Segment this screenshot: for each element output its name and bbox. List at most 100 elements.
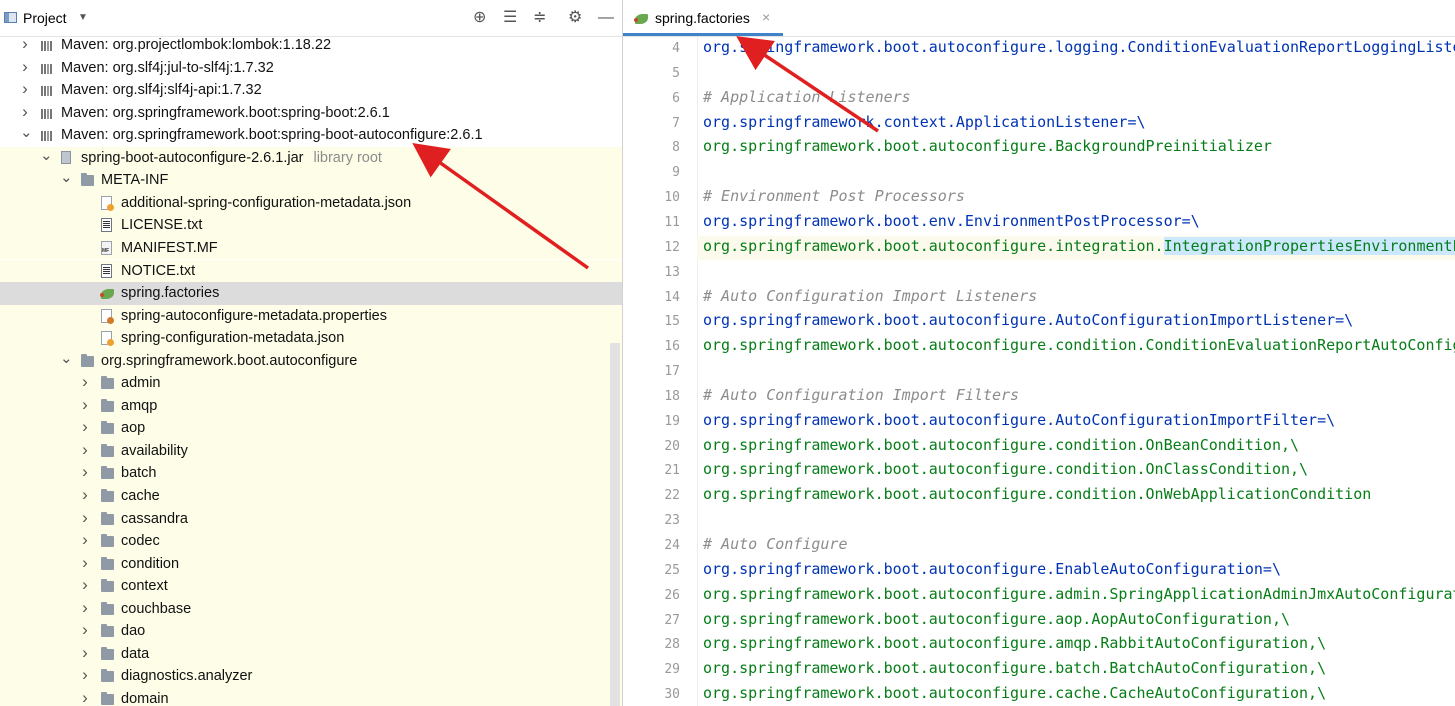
chevron-down-icon[interactable] [20, 128, 30, 140]
chevron-down-icon[interactable]: ▼ [78, 12, 88, 23]
tree-item[interactable]: admin [0, 372, 622, 395]
code-line[interactable]: # Auto Configure [703, 535, 848, 553]
code-line[interactable]: org.springframework.boot.autoconfigure.l… [703, 38, 1455, 56]
spring-leaf-icon [634, 14, 648, 24]
tree-item[interactable]: diagnostics.analyzer [0, 665, 622, 688]
tree-item[interactable]: cassandra [0, 507, 622, 531]
chevron-right-icon[interactable] [80, 489, 90, 503]
line-number: 4 [672, 41, 680, 56]
code-line[interactable]: # Auto Configuration Import Filters [703, 386, 1019, 404]
tree-item[interactable]: data [0, 642, 622, 666]
tree-item[interactable]: Maven: org.slf4j:jul-to-slf4j:1.7.32 [0, 57, 622, 80]
tree-scrollbar[interactable] [610, 343, 620, 706]
code-line[interactable]: org.springframework.boot.autoconfigure.A… [703, 411, 1335, 429]
code-line[interactable]: org.springframework.boot.autoconfigure.c… [703, 684, 1326, 702]
tree-item[interactable]: domain [0, 687, 622, 706]
tree-item[interactable]: LICENSE.txt [0, 214, 622, 237]
code-line[interactable]: org.springframework.boot.autoconfigure.c… [703, 436, 1299, 454]
gear-icon[interactable]: ⚙ [568, 8, 582, 28]
chevron-right-icon[interactable] [20, 83, 30, 97]
tree-item[interactable]: condition [0, 552, 622, 576]
minimize-icon[interactable]: — [598, 8, 614, 28]
tree-item[interactable]: MANIFEST.MF [0, 236, 622, 260]
tree-item[interactable]: spring.factories [0, 282, 622, 305]
tree-item[interactable]: codec [0, 530, 622, 553]
tree-item-label: org.springframework.boot.autoconfigure [101, 352, 358, 369]
chevron-right-icon[interactable] [80, 399, 90, 413]
folder-icon [101, 646, 114, 660]
tree-item[interactable]: spring-configuration-metadata.json [0, 327, 622, 350]
folder-icon [101, 398, 114, 412]
chevron-right-icon[interactable] [80, 579, 90, 593]
chevron-right-icon[interactable] [80, 466, 90, 480]
chevron-down-icon[interactable] [60, 354, 70, 366]
chevron-right-icon[interactable] [20, 106, 30, 120]
tree-item[interactable]: additional-spring-configuration-metadata… [0, 191, 622, 215]
tree-item[interactable]: context [0, 575, 622, 598]
code-line[interactable]: org.springframework.context.ApplicationL… [703, 113, 1146, 131]
code-line[interactable]: org.springframework.boot.autoconfigure.A… [703, 311, 1353, 329]
code-line[interactable]: org.springframework.boot.autoconfigure.E… [703, 560, 1281, 578]
chevron-down-icon[interactable] [40, 151, 50, 163]
code-line[interactable]: # Application Listeners [703, 88, 911, 106]
code-line[interactable]: org.springframework.boot.autoconfigure.b… [703, 659, 1326, 677]
tree-item[interactable]: spring-autoconfigure-metadata.properties [0, 304, 622, 328]
tree-item[interactable]: spring-boot-autoconfigure-2.6.1.jarlibra… [0, 146, 622, 170]
folder-icon [101, 443, 114, 457]
property-separator: =\ [1181, 211, 1200, 230]
code-line[interactable]: org.springframework.boot.autoconfigure.a… [703, 634, 1326, 652]
expand-all-icon[interactable]: ☰ [503, 8, 517, 28]
tree-item[interactable]: Maven: org.projectlombok:lombok:1.18.22 [0, 34, 622, 57]
line-number: 9 [672, 165, 680, 181]
tree-item-label: codec [121, 533, 160, 550]
chevron-right-icon[interactable] [80, 669, 90, 683]
tree-item[interactable]: availability [0, 439, 622, 463]
tree-item[interactable]: META-INF [0, 169, 622, 192]
code-line[interactable]: org.springframework.boot.autoconfigure.B… [703, 137, 1272, 155]
code-line[interactable]: org.springframework.boot.autoconfigure.i… [703, 236, 1455, 255]
tree-item[interactable]: NOTICE.txt [0, 259, 622, 282]
code-line[interactable]: # Auto Configuration Import Listeners [703, 287, 1037, 305]
line-number: 6 [672, 90, 680, 106]
tree-item[interactable]: Maven: org.slf4j:slf4j-api:1.7.32 [0, 79, 622, 102]
chevron-right-icon[interactable] [80, 421, 90, 435]
tree-item[interactable]: aop [0, 417, 622, 440]
line-number: 5 [672, 65, 680, 81]
tree-item[interactable]: dao [0, 620, 622, 643]
chevron-right-icon[interactable] [80, 534, 90, 548]
chevron-right-icon[interactable] [80, 647, 90, 661]
tree-item[interactable]: couchbase [0, 597, 622, 621]
maven-library-icon [41, 84, 54, 97]
code-line[interactable]: org.springframework.boot.autoconfigure.c… [703, 460, 1308, 478]
chevron-right-icon[interactable] [80, 444, 90, 458]
code-line[interactable]: org.springframework.boot.env.Environment… [703, 212, 1200, 230]
chevron-right-icon[interactable] [80, 602, 90, 616]
code-line[interactable]: org.springframework.boot.autoconfigure.c… [703, 336, 1455, 354]
code-line[interactable]: # Environment Post Processors [703, 187, 965, 205]
project-title[interactable]: Project [23, 10, 67, 26]
line-number: 24 [664, 538, 680, 553]
chevron-right-icon[interactable] [20, 38, 30, 52]
close-icon[interactable]: × [762, 9, 770, 25]
chevron-right-icon[interactable] [80, 557, 90, 571]
tree-item[interactable]: batch [0, 462, 622, 485]
tree-item[interactable]: Maven: org.springframework.boot:spring-b… [0, 102, 622, 125]
chevron-down-icon[interactable] [60, 173, 70, 185]
tree-item[interactable]: cache [0, 485, 622, 508]
tree-item-label: amqp [121, 397, 158, 414]
code-line[interactable]: org.springframework.boot.autoconfigure.a… [703, 610, 1290, 628]
collapse-all-icon[interactable]: ≑ [533, 8, 546, 28]
code-line[interactable]: org.springframework.boot.autoconfigure.a… [703, 585, 1455, 603]
chevron-right-icon[interactable] [80, 512, 90, 526]
chevron-right-icon[interactable] [20, 61, 30, 75]
chevron-right-icon[interactable] [80, 376, 90, 390]
tree-item[interactable]: org.springframework.boot.autoconfigure [0, 349, 622, 373]
tab-spring-factories[interactable]: spring.factories × [623, 0, 783, 36]
chevron-right-icon[interactable] [80, 692, 90, 706]
manifest-file-icon [101, 240, 112, 255]
code-line[interactable]: org.springframework.boot.autoconfigure.c… [703, 485, 1371, 503]
locate-icon[interactable]: ⊕ [473, 8, 486, 28]
tree-item[interactable]: amqp [0, 394, 622, 418]
chevron-right-icon[interactable] [80, 624, 90, 638]
tree-item[interactable]: Maven: org.springframework.boot:spring-b… [0, 124, 622, 147]
